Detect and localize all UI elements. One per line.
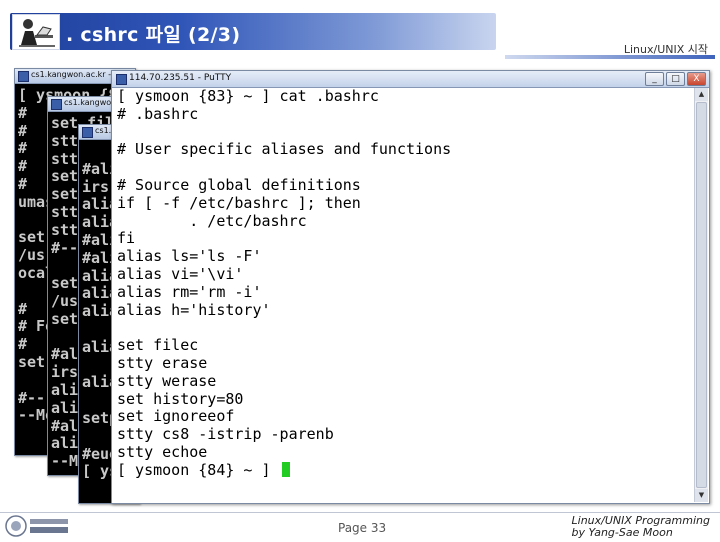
terminal-line: alias h='history' [117,300,271,319]
putty-window-main[interactable]: 114.70.235.51 - PuTTY _ □ X [ ysmoon {83… [111,70,710,504]
terminal-line: . /etc/bashrc [117,211,307,230]
terminal-cursor [281,461,290,477]
header-rule [505,55,715,59]
credit: Linux/UNIX Programming by Yang-Sae Moon [572,515,710,539]
terminal-line: # Source global definitions [117,175,361,194]
terminal-line: set ignoreeof [117,407,235,426]
terminal-line: alias rm='rm -i' [117,282,262,301]
terminal-line: fi [117,229,136,248]
terminal-line: if [ -f /etc/bashrc ]; then [117,193,361,212]
vertical-scrollbar[interactable]: ▲ ▼ [694,88,708,502]
window-title: 114.70.235.51 - PuTTY [129,73,232,83]
terminal-line: stty erase [117,353,208,372]
terminal-line: [ ysmoon {84} ~ ] [113,461,694,480]
scroll-thumb[interactable] [696,102,707,488]
page-number: Page 33 [338,521,387,535]
putty-icon [82,127,93,138]
terminal-line: stty werase [117,371,217,390]
professor-logo-icon [12,14,60,50]
terminal-line: [ ysmoon {83} ~ ] cat .bashrc [117,88,379,105]
terminal-line: # User specific aliases and functions [117,140,452,159]
terminal-line: stty echoe [117,442,208,461]
minimize-button[interactable]: _ [645,72,664,86]
scroll-down-arrow-icon[interactable]: ▼ [695,489,708,502]
maximize-button[interactable]: □ [666,72,685,86]
terminal-area[interactable]: [ ysmoon {83} ~ ] cat .bashrc # .bashrc #… [113,88,694,502]
putty-icon [18,71,29,82]
terminal-line: set history=80 [117,389,244,408]
university-logo-icon [4,514,72,538]
terminal-line: alias ls='ls -F' [117,247,262,266]
terminal-line: # .bashrc [117,104,199,123]
scroll-up-arrow-icon[interactable]: ▲ [695,88,708,101]
terminal-line: set filec [117,336,199,355]
credit-line-2: by Yang-Sae Moon [571,526,673,539]
window-titlebar[interactable]: 114.70.235.51 - PuTTY _ □ X [112,71,709,88]
putty-icon [116,74,127,85]
slide-title: . cshrc 파일 (2/3) [66,24,241,46]
terminal-line: alias vi='\vi' [117,264,244,283]
close-button[interactable]: X [687,72,706,86]
putty-icon [51,99,62,110]
footer-rule [0,512,720,513]
terminal-line: stty cs8 -istrip -parenb [117,425,334,444]
